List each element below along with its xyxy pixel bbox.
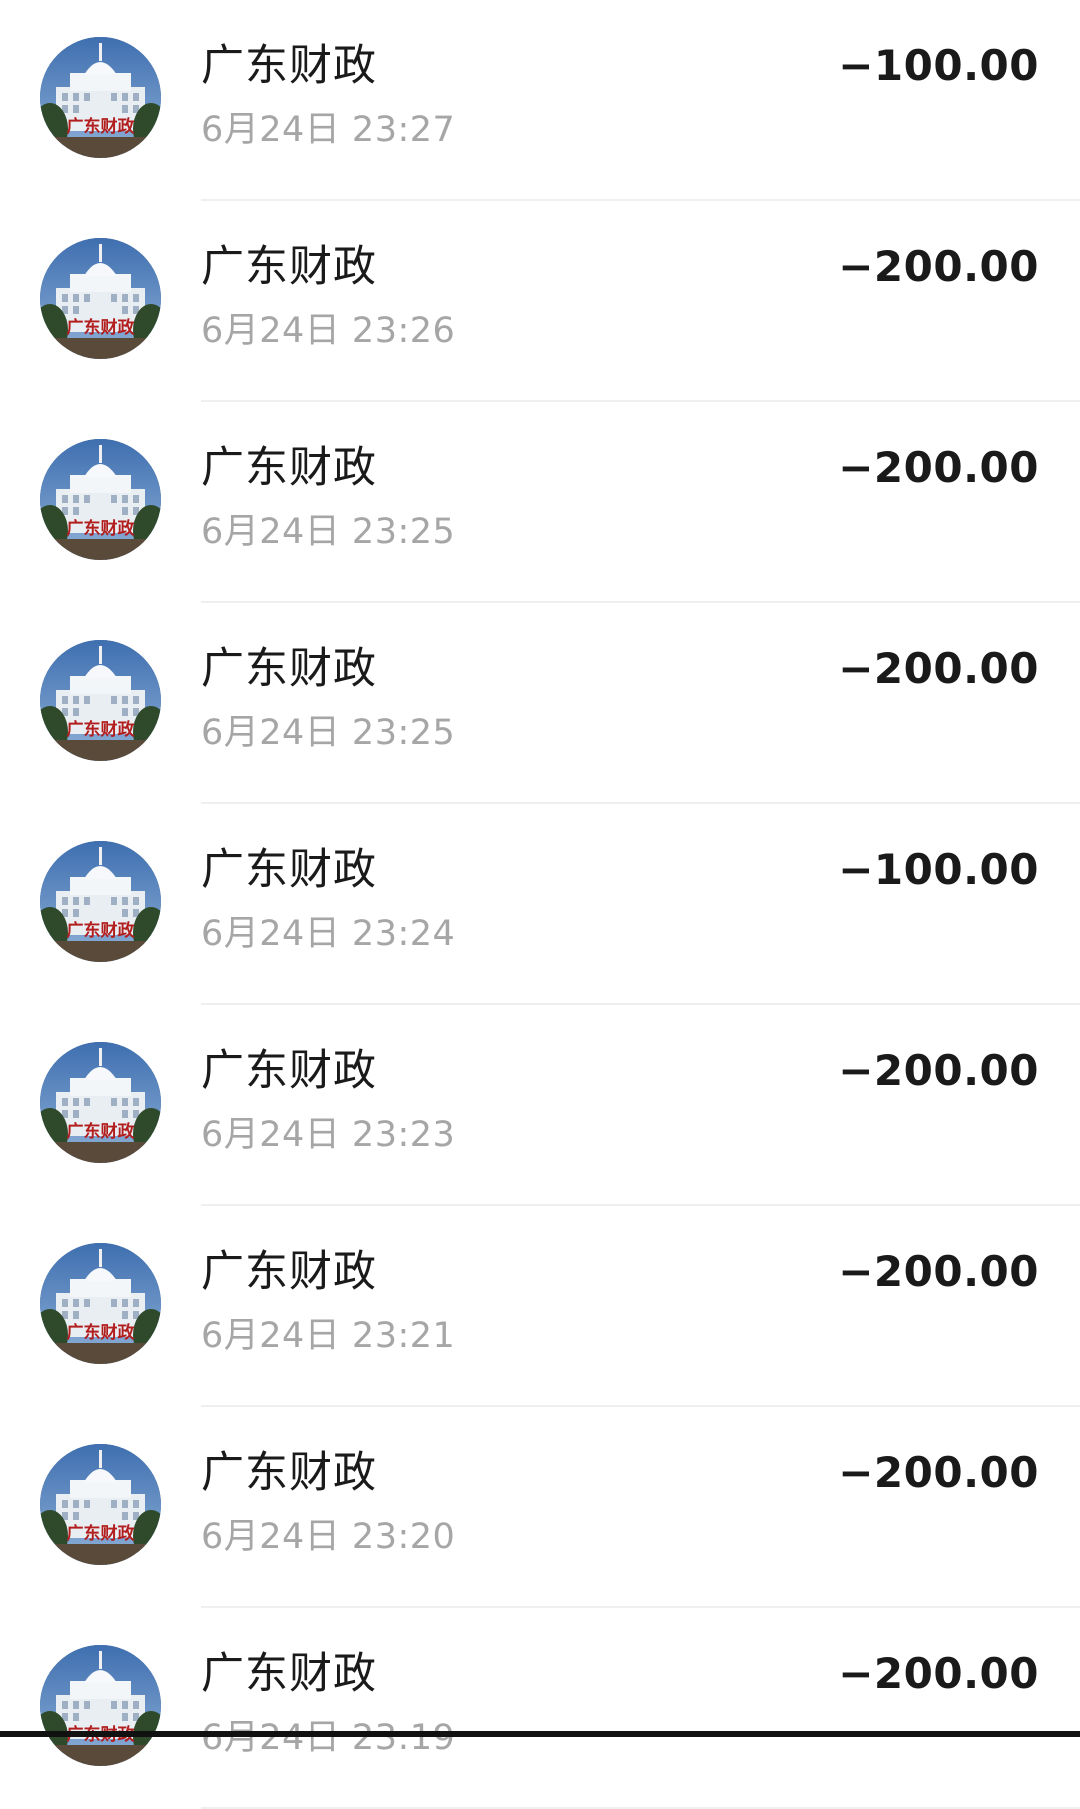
transaction-amount: −200.00: [838, 1247, 1039, 1296]
transaction-time: 6月24日 23:25: [201, 512, 456, 552]
payee-name: 广东财政: [201, 1247, 377, 1297]
transaction-row[interactable]: 广东财政 广东财政 6月24日 23:20 −200.00: [0, 1407, 1080, 1608]
payee-name: 广东财政: [201, 1046, 377, 1096]
svg-text:广东财政: 广东财政: [67, 920, 136, 941]
transaction-amount: −100.00: [838, 845, 1039, 894]
svg-text:广东财政: 广东财政: [67, 518, 136, 539]
payee-name: 广东财政: [201, 41, 377, 91]
svg-text:广东财政: 广东财政: [67, 719, 136, 740]
transaction-row[interactable]: 广东财政 广东财政 6月24日 23:23 −200.00: [0, 1005, 1080, 1206]
transaction-time: 6月24日 23:27: [201, 110, 456, 150]
bottom-edge-bar: [0, 1731, 1080, 1737]
transaction-time: 6月24日 23:26: [201, 311, 456, 351]
government-building-icon: 广东财政: [40, 1042, 161, 1163]
transaction-row[interactable]: 广东财政 广东财政 6月24日 23:26 −200.00: [0, 201, 1080, 402]
government-building-icon: 广东财政: [40, 640, 161, 761]
payee-name: 广东财政: [201, 845, 377, 895]
transaction-row[interactable]: 广东财政 广东财政 6月24日 23:24 −100.00: [0, 804, 1080, 1005]
payee-name: 广东财政: [201, 242, 377, 292]
transaction-time: 6月24日 23:23: [201, 1115, 456, 1155]
transaction-row[interactable]: 广东财政 广东财政 6月24日 23:27 −100.00: [0, 0, 1080, 201]
transaction-amount: −200.00: [838, 1046, 1039, 1095]
transaction-row[interactable]: 广东财政 广东财政 6月24日 23:19 −200.00: [0, 1608, 1080, 1809]
transaction-row[interactable]: 广东财政 广东财政 6月24日 23:25 −200.00: [0, 603, 1080, 804]
transaction-amount: −200.00: [838, 1649, 1039, 1698]
payee-name: 广东财政: [201, 1448, 377, 1498]
transaction-time: 6月24日 23:25: [201, 713, 456, 753]
transaction-amount: −200.00: [838, 242, 1039, 291]
transaction-time: 6月24日 23:20: [201, 1517, 456, 1557]
transaction-amount: −100.00: [838, 41, 1039, 90]
government-building-icon: 广东财政: [40, 37, 161, 158]
transaction-row[interactable]: 广东财政 广东财政 6月24日 23:25 −200.00: [0, 402, 1080, 603]
government-building-icon: 广东财政: [40, 1645, 161, 1766]
svg-text:广东财政: 广东财政: [67, 317, 136, 338]
government-building-icon: 广东财政: [40, 841, 161, 962]
government-building-icon: 广东财政: [40, 1243, 161, 1364]
svg-text:广东财政: 广东财政: [67, 1322, 136, 1343]
government-building-icon: 广东财政: [40, 439, 161, 560]
payee-name: 广东财政: [201, 1649, 377, 1699]
transaction-amount: −200.00: [838, 1448, 1039, 1497]
transaction-time: 6月24日 23:24: [201, 914, 456, 954]
transaction-amount: −200.00: [838, 644, 1039, 693]
svg-text:广东财政: 广东财政: [67, 1121, 136, 1142]
transaction-row[interactable]: 广东财政 广东财政 6月24日 23:21 −200.00: [0, 1206, 1080, 1407]
svg-text:广东财政: 广东财政: [67, 1523, 136, 1544]
government-building-icon: 广东财政: [40, 1444, 161, 1565]
government-building-icon: 广东财政: [40, 238, 161, 359]
transaction-time: 6月24日 23:21: [201, 1316, 456, 1356]
payee-name: 广东财政: [201, 644, 377, 694]
svg-text:广东财政: 广东财政: [67, 116, 136, 137]
payee-name: 广东财政: [201, 443, 377, 493]
transaction-amount: −200.00: [838, 443, 1039, 492]
transaction-time: 6月24日 23:19: [201, 1718, 456, 1758]
transaction-list: 广东财政 广东财政 6月24日 23:27 −100.00 广东财政 广东财政 …: [0, 0, 1080, 1809]
